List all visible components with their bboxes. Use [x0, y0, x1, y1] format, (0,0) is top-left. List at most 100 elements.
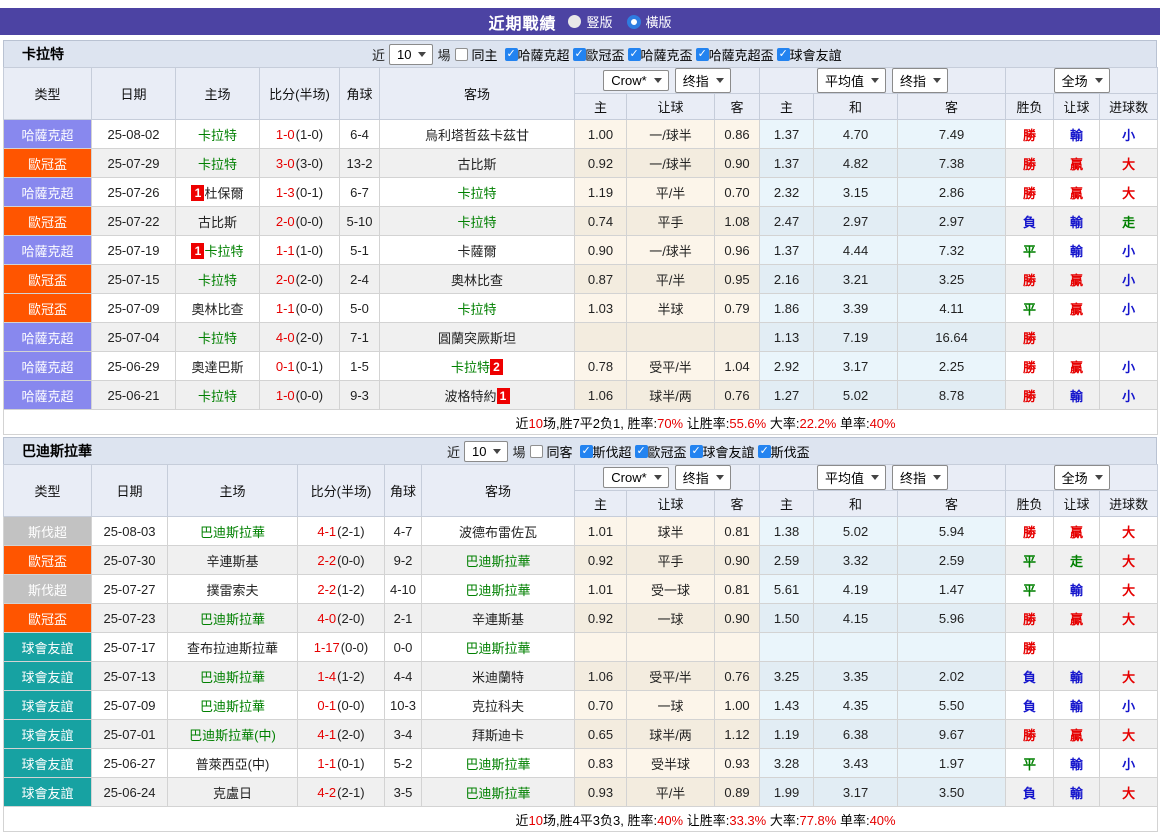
handicap-line: 球半 — [627, 517, 715, 546]
halftime-score: (1-2) — [337, 582, 364, 597]
handicap-result: 贏 — [1054, 178, 1100, 207]
sub-home-odds: 主 — [575, 491, 627, 517]
handicap-result — [1054, 633, 1100, 662]
avg-away-odds: 5.50 — [898, 691, 1006, 720]
average-final-select[interactable]: 终指 — [892, 465, 948, 490]
home-team-cell: 查布拉迪斯拉華 — [168, 633, 298, 662]
red-card-badge: 2 — [490, 359, 503, 375]
summary-stat-label: 大率: — [766, 416, 799, 431]
home-team-cell: 奧達巴斯 — [176, 352, 260, 381]
team-label: 卡拉特 — [198, 331, 237, 346]
avg-away-odds: 2.86 — [898, 178, 1006, 207]
radio-icon[interactable] — [568, 15, 581, 28]
handicap-home-odds: 0.87 — [575, 265, 627, 294]
average-select[interactable]: 平均值 — [817, 68, 886, 93]
avg-draw-odds: 4.19 — [814, 575, 898, 604]
league-checkbox[interactable] — [690, 445, 703, 458]
odds-final-select[interactable]: 终指 — [675, 68, 731, 93]
handicap-result: 贏 — [1054, 720, 1100, 749]
avg-away-odds: 2.59 — [898, 546, 1006, 575]
recent-results-header-bar: 近期戰績 豎版 橫版 — [0, 8, 1160, 35]
match-row: 歐冠盃25-07-30辛連斯基2-2(0-0)9-2巴迪斯拉華0.92平手0.9… — [4, 546, 1158, 575]
scope-select[interactable]: 全场 — [1054, 465, 1110, 490]
odds-source-select[interactable]: Crow* — [603, 467, 668, 488]
match-date: 25-08-03 — [92, 517, 168, 546]
match-row: 球會友誼25-06-24克盧日4-2(2-1)3-5巴迪斯拉華0.93平/半0.… — [4, 778, 1158, 807]
avg-home-odds: 3.25 — [760, 662, 814, 691]
away-team-cell: 古比斯 — [380, 149, 575, 178]
handicap-line: 受一球 — [627, 575, 715, 604]
winlose-result: 勝 — [1006, 352, 1054, 381]
avg-home-odds: 2.16 — [760, 265, 814, 294]
league-checkbox[interactable] — [758, 445, 771, 458]
goals-result: 走 — [1100, 207, 1158, 236]
halftime-score: (0-0) — [341, 640, 368, 655]
away-team-recent-section: 巴迪斯拉華 近 10 場 同客 斯伐超歐冠盃球會友誼斯伐盃 类型 日期 主场 比… — [3, 437, 1157, 832]
fulltime-score: 4-0 — [276, 330, 295, 345]
average-final-select[interactable]: 终指 — [892, 68, 948, 93]
league-checkbox[interactable] — [580, 445, 593, 458]
avg-home-odds: 1.19 — [760, 720, 814, 749]
halftime-score: (2-0) — [296, 272, 323, 287]
radio-vertical-layout[interactable]: 豎版 — [568, 12, 612, 31]
away-team-cell: 圓蘭突厥斯坦 — [380, 323, 575, 352]
avg-away-odds: 3.50 — [898, 778, 1006, 807]
halftime-score: (0-0) — [296, 301, 323, 316]
league-type-badge: 球會友誼 — [4, 778, 92, 807]
team-label: 辛連斯基 — [472, 612, 524, 627]
team-label: 克盧日 — [213, 786, 252, 801]
league-checkbox[interactable] — [635, 445, 648, 458]
league-checkbox[interactable] — [573, 48, 586, 61]
average-select[interactable]: 平均值 — [817, 465, 886, 490]
table-group-header-row: 类型 日期 主场 比分(半场) 角球 客场 Crow* 终指 平均值 终指 — [4, 465, 1158, 491]
match-date: 25-07-01 — [92, 720, 168, 749]
team-label: 拜斯迪卡 — [472, 728, 524, 743]
avg-draw-odds: 3.21 — [814, 265, 898, 294]
score-cell: 1-1(1-0) — [260, 236, 340, 265]
winlose-result: 平 — [1006, 294, 1054, 323]
avg-away-odds: 3.25 — [898, 265, 1006, 294]
match-date: 25-07-17 — [92, 633, 168, 662]
summary-stat-label: 近 — [515, 416, 528, 431]
corner-count: 4-4 — [385, 662, 422, 691]
match-date: 25-06-29 — [92, 352, 176, 381]
league-checkbox[interactable] — [505, 48, 518, 61]
rounds-select[interactable]: 10 — [464, 441, 508, 462]
summary-stat-label: 近 — [515, 813, 528, 828]
league-checkbox[interactable] — [628, 48, 641, 61]
match-date: 25-07-19 — [92, 236, 176, 265]
corner-count: 2-1 — [385, 604, 422, 633]
winlose-result: 勝 — [1006, 381, 1054, 410]
same-venue-checkbox[interactable] — [455, 48, 468, 61]
odds-source-select[interactable]: Crow* — [603, 70, 668, 91]
fulltime-score: 2-0 — [276, 214, 295, 229]
sub-avg-draw: 和 — [814, 94, 898, 120]
avg-draw-odds: 5.02 — [814, 517, 898, 546]
avg-home-odds: 1.43 — [760, 691, 814, 720]
avg-away-odds: 7.32 — [898, 236, 1006, 265]
handicap-home-odds: 0.92 — [575, 149, 627, 178]
same-venue-checkbox[interactable] — [530, 445, 543, 458]
goals-result — [1100, 323, 1158, 352]
goals-result: 大 — [1100, 662, 1158, 691]
avg-draw-odds: 3.17 — [814, 778, 898, 807]
radio-horizontal-layout[interactable]: 橫版 — [627, 12, 672, 31]
home-team-cell: 巴迪斯拉華(中) — [168, 720, 298, 749]
away-team-cell: 卡拉特 — [380, 294, 575, 323]
summary-stat-value: 40% — [657, 813, 683, 828]
avg-home-odds: 2.59 — [760, 546, 814, 575]
league-checkbox[interactable] — [696, 48, 709, 61]
handicap-home-odds — [575, 323, 627, 352]
fulltime-score: 1-1 — [276, 243, 295, 258]
avg-home-odds: 1.50 — [760, 604, 814, 633]
league-checkbox[interactable] — [777, 48, 790, 61]
rounds-select[interactable]: 10 — [389, 44, 433, 65]
odds-final-select[interactable]: 终指 — [675, 465, 731, 490]
handicap-line: 平手 — [627, 207, 715, 236]
radio-horizontal-label: 橫版 — [646, 12, 672, 31]
avg-away-odds: 5.94 — [898, 517, 1006, 546]
league-type-badge: 哈薩克超 — [4, 352, 92, 381]
radio-icon[interactable] — [627, 15, 641, 29]
team-label: 巴迪斯拉華 — [200, 699, 265, 714]
scope-select[interactable]: 全场 — [1054, 68, 1110, 93]
